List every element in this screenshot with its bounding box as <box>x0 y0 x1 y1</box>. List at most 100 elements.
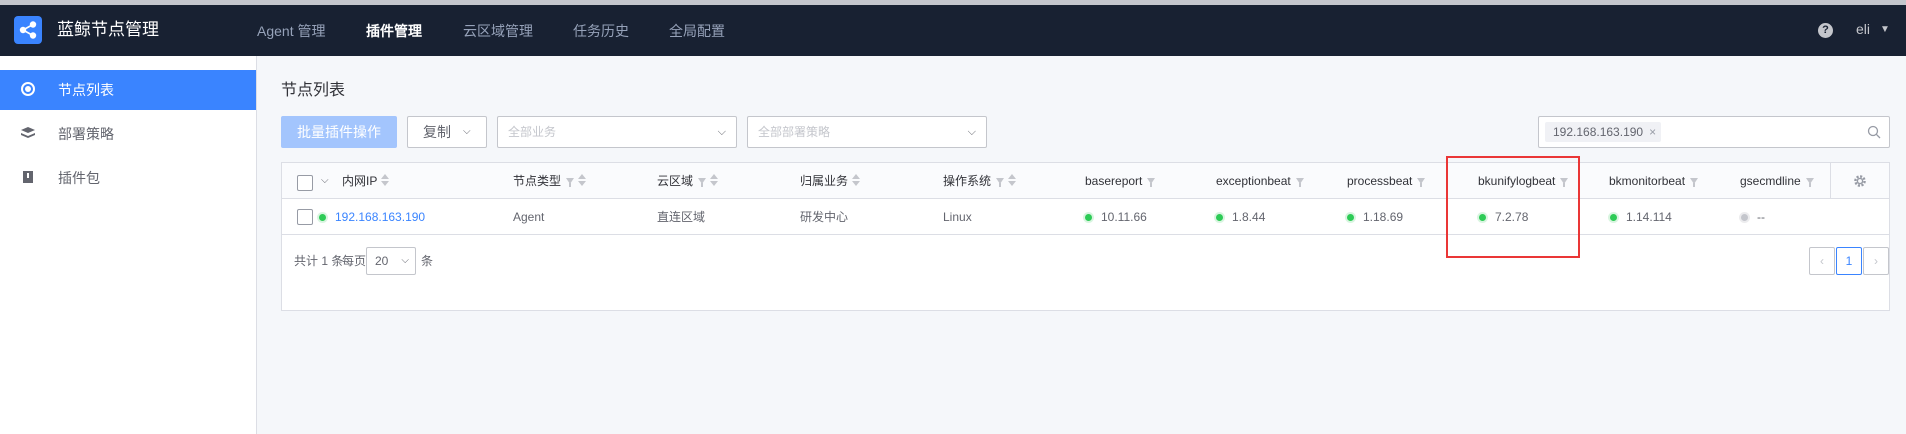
status-dot-icon <box>1610 214 1617 221</box>
sort-icon[interactable] <box>852 174 861 186</box>
cell-business: 研发中心 <box>800 210 849 224</box>
sidebar-item-label: 插件包 <box>58 170 100 186</box>
header-business-label: 归属业务 <box>800 174 849 188</box>
sidebar-item-label: 部署策略 <box>58 126 114 142</box>
deploy-policy-select-placeholder: 全部部署策略 <box>758 125 831 139</box>
user-menu[interactable]: eli <box>1856 21 1870 37</box>
nav-cloud-area-management[interactable]: 云区域管理 <box>463 22 533 40</box>
filter-icon[interactable] <box>566 178 575 187</box>
search-tag-label: 192.168.163.190 <box>1553 125 1644 139</box>
page-size-value: 20 <box>375 254 389 268</box>
nav-agent-management[interactable]: Agent 管理 <box>257 22 325 40</box>
batch-plugin-operation-button[interactable]: 批量插件操作 <box>281 116 397 148</box>
cell-cloud: 直连区域 <box>657 210 706 224</box>
header-processbeat[interactable]: processbeat <box>1347 163 1426 199</box>
search-input[interactable]: 192.168.163.190 × <box>1538 116 1890 148</box>
top-navbar: 蓝鲸节点管理 Agent 管理 插件管理 云区域管理 任务历史 全局配置 ? e… <box>0 5 1906 56</box>
sort-icon[interactable] <box>1008 174 1017 186</box>
table-header: ⌵ 内网IP 节点类型 云区域 归属业务 操作系统 basereport exc… <box>282 163 1889 199</box>
filter-icon[interactable] <box>698 178 707 187</box>
row-checkbox[interactable] <box>297 209 313 225</box>
filter-icon[interactable] <box>1417 178 1426 187</box>
select-all-checkbox[interactable] <box>297 175 313 191</box>
status-dot-icon <box>319 214 326 221</box>
header-node-type[interactable]: 节点类型 <box>513 163 587 199</box>
help-icon[interactable]: ? <box>1818 23 1833 38</box>
table-row: 192.168.163.190 Agent 直连区域 研发中心 Linux 10… <box>282 199 1889 235</box>
total-count: 共计 1 条 <box>294 254 344 268</box>
close-icon[interactable]: × <box>1649 122 1656 142</box>
sidebar-item-deploy-policy[interactable]: 部署策略 <box>0 114 256 154</box>
filter-icon[interactable] <box>1147 178 1156 187</box>
header-node-type-label: 节点类型 <box>513 174 562 188</box>
business-select[interactable]: 全部业务 ⌵ <box>497 116 737 148</box>
header-cloud-label: 云区域 <box>657 174 694 188</box>
per-page-label: 每页 <box>342 254 367 268</box>
header-ip-label: 内网IP <box>342 174 378 188</box>
status-dot-icon <box>1085 214 1092 221</box>
copy-dropdown-button[interactable]: 复制 ⌵ <box>407 116 487 148</box>
sidebar-item-label: 节点列表 <box>58 82 114 98</box>
filter-icon[interactable] <box>1690 178 1699 187</box>
header-bkunifylogbeat[interactable]: bkunifylogbeat <box>1478 163 1569 199</box>
chevron-down-icon[interactable]: ▼ <box>1880 21 1890 39</box>
sidebar-item-node-list[interactable]: 节点列表 <box>0 70 256 110</box>
sidebar-item-plugin-package[interactable]: 插件包 <box>0 158 256 198</box>
search-tag[interactable]: 192.168.163.190 × <box>1545 122 1662 142</box>
header-ip[interactable]: 内网IP <box>342 163 390 199</box>
plugin-version: -- <box>1757 210 1765 224</box>
plugin-version: 7.2.78 <box>1495 210 1529 224</box>
header-bkmonitorbeat[interactable]: bkmonitorbeat <box>1609 163 1699 199</box>
next-page-button[interactable]: › <box>1863 247 1889 275</box>
app-title: 蓝鲸节点管理 <box>57 20 159 39</box>
deploy-policy-select[interactable]: 全部部署策略 ⌵ <box>747 116 987 148</box>
sort-icon[interactable] <box>710 174 719 186</box>
plugin-version: 10.11.66 <box>1101 210 1147 224</box>
plugin-version: 1.8.44 <box>1232 210 1266 224</box>
chevron-down-icon: ⌵ <box>967 126 976 138</box>
nav-global-config[interactable]: 全局配置 <box>669 22 725 40</box>
header-exceptionbeat[interactable]: exceptionbeat <box>1216 163 1304 199</box>
header-gsecmdline-label: gsecmdline <box>1740 174 1801 188</box>
page-size-select[interactable]: 20 ⌵ <box>366 247 416 275</box>
ip-link[interactable]: 192.168.163.190 <box>335 210 425 224</box>
cell-basereport: 10.11.66 <box>1085 199 1147 235</box>
sidebar: 节点列表 部署策略 插件包 <box>0 56 257 434</box>
header-basereport-label: basereport <box>1085 174 1143 188</box>
table-settings-gear-icon[interactable] <box>1830 163 1889 199</box>
sort-icon[interactable] <box>578 174 587 186</box>
search-icon[interactable] <box>1867 125 1881 139</box>
filter-icon[interactable] <box>996 178 1005 187</box>
business-select-placeholder: 全部业务 <box>508 125 557 139</box>
filter-icon[interactable] <box>1560 178 1569 187</box>
plugin-version: 1.14.114 <box>1626 210 1672 224</box>
nav-task-history[interactable]: 任务历史 <box>573 22 629 40</box>
chevron-down-icon[interactable]: ⌵ <box>321 163 329 199</box>
header-os[interactable]: 操作系统 <box>943 163 1017 199</box>
per-page-unit: 条 <box>421 254 434 268</box>
sort-icon[interactable] <box>381 174 390 186</box>
filter-icon[interactable] <box>1805 178 1814 187</box>
header-basereport[interactable]: basereport <box>1085 163 1156 199</box>
cell-bkunifylogbeat: 7.2.78 <box>1479 199 1528 235</box>
node-table: ⌵ 内网IP 节点类型 云区域 归属业务 操作系统 basereport exc… <box>281 162 1890 311</box>
cell-processbeat: 1.18.69 <box>1347 199 1403 235</box>
page-1-button[interactable]: 1 <box>1836 247 1862 275</box>
node-list-icon <box>20 70 36 110</box>
app-logo-icon <box>14 16 42 44</box>
cell-node-type: Agent <box>513 210 545 224</box>
prev-page-button[interactable]: ‹ <box>1809 247 1835 275</box>
cell-ip[interactable]: 192.168.163.190 <box>319 199 425 235</box>
main-content: 节点列表 批量插件操作 复制 ⌵ 全部业务 ⌵ 全部部署策略 ⌵ 192.168… <box>257 56 1906 434</box>
header-cloud[interactable]: 云区域 <box>657 163 719 199</box>
status-dot-icon <box>1479 214 1486 221</box>
filter-icon[interactable] <box>1295 178 1304 187</box>
header-exceptionbeat-label: exceptionbeat <box>1216 174 1291 188</box>
header-business[interactable]: 归属业务 <box>800 163 861 199</box>
chevron-down-icon: ⌵ <box>401 255 409 266</box>
header-gsecmdline[interactable]: gsecmdline <box>1740 163 1814 199</box>
header-os-label: 操作系统 <box>943 174 992 188</box>
nav-plugin-management[interactable]: 插件管理 <box>366 22 422 40</box>
status-dot-icon <box>1347 214 1354 221</box>
copy-button-label: 复制 <box>423 124 451 140</box>
